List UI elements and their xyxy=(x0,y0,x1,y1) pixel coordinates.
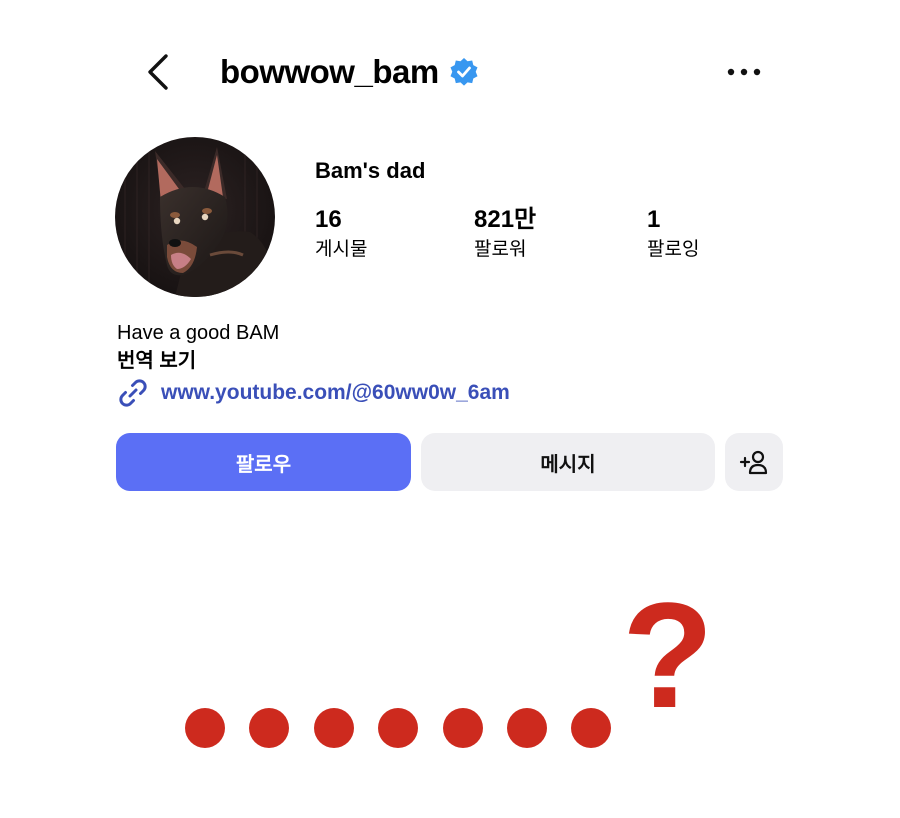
follow-button[interactable]: 팔로우 xyxy=(116,433,411,491)
message-button[interactable]: 메시지 xyxy=(421,433,715,491)
stat-following[interactable]: 1 팔로잉 xyxy=(647,205,699,263)
add-user-icon xyxy=(739,450,768,475)
more-horizontal-icon xyxy=(727,68,761,76)
ellipsis-dot xyxy=(249,708,289,748)
add-user-button[interactable] xyxy=(725,433,783,491)
question-mark: ? xyxy=(622,571,714,739)
ellipsis-dot xyxy=(185,708,225,748)
stat-followers[interactable]: 821만 팔로워 xyxy=(474,205,536,263)
ellipsis-dot xyxy=(507,708,547,748)
stat-posts[interactable]: 16 게시물 xyxy=(315,205,367,263)
back-button[interactable] xyxy=(136,50,180,94)
translate-link[interactable]: 번역 보기 xyxy=(117,348,196,375)
username: bowwow_bam xyxy=(220,53,439,90)
display-name: Bam's dad xyxy=(315,158,426,183)
following-count: 1 xyxy=(647,206,661,233)
ellipsis-dot xyxy=(443,708,483,748)
posts-count: 16 xyxy=(315,206,342,233)
verified-badge-icon xyxy=(450,58,478,86)
profile-header-title: bowwow_bam xyxy=(220,50,479,94)
posts-label: 게시물 xyxy=(315,239,368,260)
followers-count: 821만 xyxy=(474,206,537,233)
followers-label: 팔로워 xyxy=(474,239,527,260)
ellipsis-dot xyxy=(378,708,418,748)
more-options-button[interactable] xyxy=(722,55,766,89)
bio-text: Have a good BAM xyxy=(117,322,280,344)
link-icon xyxy=(119,379,147,407)
doberman-photo xyxy=(115,137,275,297)
ellipsis-dot xyxy=(314,708,354,748)
profile-link[interactable]: www.youtube.com/@60ww0w_6am xyxy=(117,377,510,409)
link-url: www.youtube.com/@60ww0w_6am xyxy=(161,381,510,404)
ellipsis-dot xyxy=(571,708,611,748)
following-label: 팔로잉 xyxy=(647,239,700,260)
avatar[interactable] xyxy=(115,137,275,297)
chevron-left-icon xyxy=(148,54,168,90)
